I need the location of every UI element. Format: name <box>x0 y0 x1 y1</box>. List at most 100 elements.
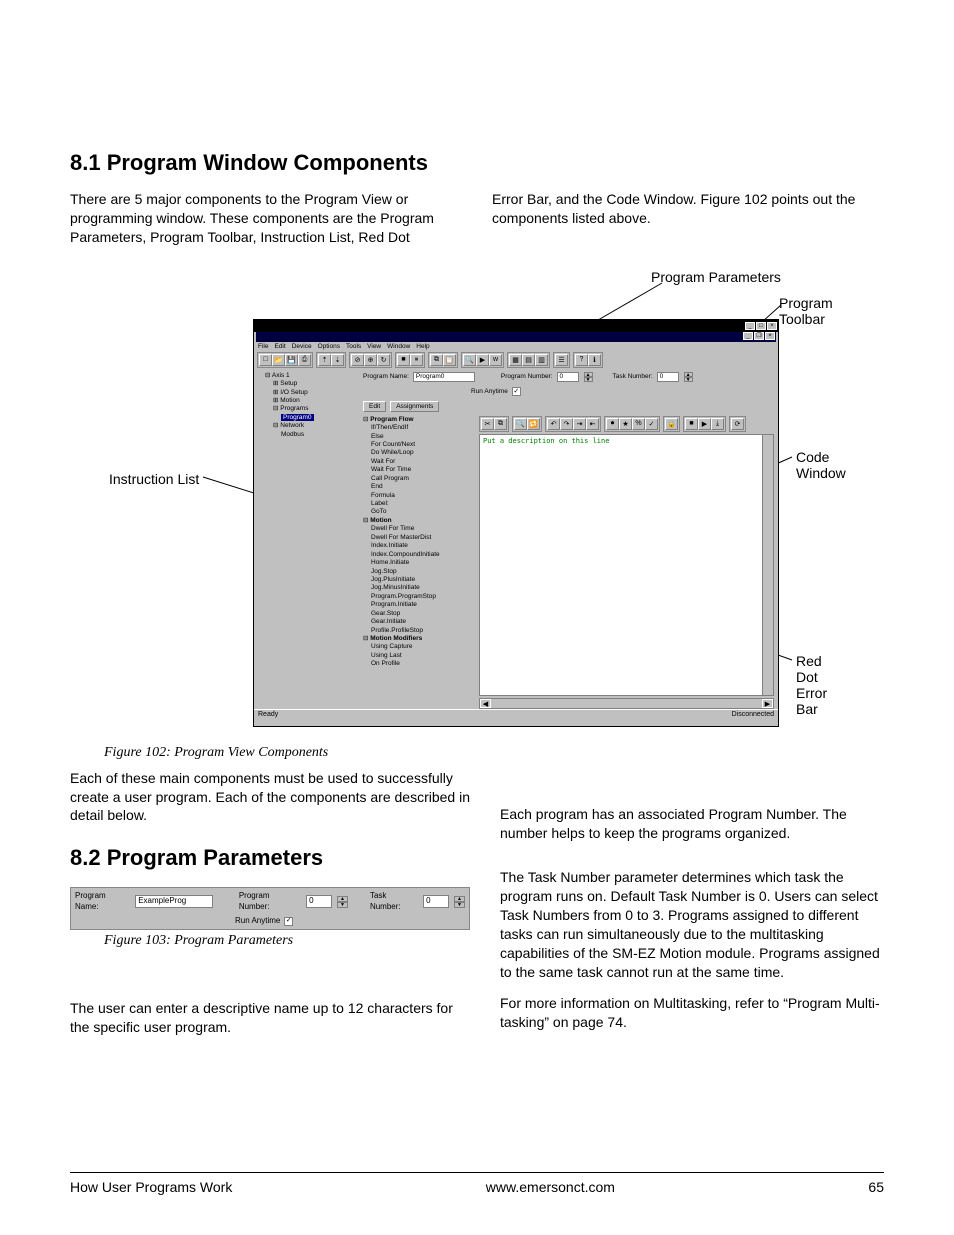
scroll-right-icon[interactable]: ▶ <box>762 699 773 708</box>
ptb-step-icon[interactable]: ⤓ <box>711 418 724 430</box>
vertical-scrollbar[interactable] <box>762 435 773 695</box>
inst-pf-1[interactable]: Else <box>363 433 475 441</box>
f103-name-input[interactable]: ExampleProg <box>135 895 213 908</box>
tree-setup[interactable]: Setup <box>280 380 297 387</box>
inst-mo-3[interactable]: Index.CompoundInitiate <box>363 551 475 559</box>
inst-pf-5[interactable]: Wait For Time <box>363 466 475 474</box>
tb-paste-icon[interactable]: 📋 <box>443 354 456 366</box>
menu-tools[interactable]: Tools <box>346 343 361 350</box>
ptb-outdent-icon[interactable]: ⇤ <box>586 418 599 430</box>
tb-search-icon[interactable]: 🔍 <box>463 354 476 366</box>
mdi-close-icon[interactable]: × <box>765 332 775 340</box>
f103-number-input[interactable]: 0 <box>306 895 332 908</box>
tb-run-icon[interactable]: ▶ <box>476 354 489 366</box>
inst-mo-6[interactable]: Jog.PlusInitiate <box>363 576 475 584</box>
tb-save-icon[interactable]: 💾 <box>285 354 298 366</box>
horizontal-scrollbar[interactable]: ◀▶ <box>479 698 774 709</box>
maximize-icon[interactable]: □ <box>756 322 766 330</box>
inst-mm-2[interactable]: On Profile <box>363 660 475 668</box>
f103-number-spinner[interactable]: ▲▼ <box>337 896 348 908</box>
tree-network[interactable]: Network <box>280 422 304 429</box>
tb-copy-icon[interactable]: ⧉ <box>430 354 443 366</box>
tree-motion[interactable]: Motion <box>280 397 300 404</box>
ptb-lock-icon[interactable]: 🔒 <box>665 418 678 430</box>
mdi-minimize-icon[interactable]: _ <box>743 332 753 340</box>
tree-axis[interactable]: Axis 1 <box>272 372 290 379</box>
inst-pf-10[interactable]: GoTo <box>363 508 475 516</box>
inst-pf-0[interactable]: If/Then/EndIf <box>363 424 475 432</box>
task-number-spinner[interactable]: ▲▼ <box>684 372 693 382</box>
program-number-input[interactable]: 0 <box>557 372 579 382</box>
ptb-refresh-icon[interactable]: ⟳ <box>731 418 744 430</box>
inst-mo-7[interactable]: Jog.MinusInitiate <box>363 584 475 592</box>
assignments-button[interactable]: Assignments <box>390 401 439 412</box>
f103-task-spinner[interactable]: ▲▼ <box>454 896 465 908</box>
tb-new-icon[interactable]: □ <box>259 354 272 366</box>
close-icon[interactable]: × <box>767 322 777 330</box>
ptb-check-icon[interactable]: ✓ <box>645 418 658 430</box>
tb-view3-icon[interactable]: ▥ <box>535 354 548 366</box>
inst-mo-2[interactable]: Index.Initiate <box>363 542 475 550</box>
hierarchy-tree[interactable]: ⊟ Axis 1 ⊞ Setup ⊞ I/O Setup ⊞ Motion ⊟ … <box>254 369 359 709</box>
menu-device[interactable]: Device <box>292 343 312 350</box>
inst-pf-9[interactable]: Label: <box>363 500 475 508</box>
ptb-undo-icon[interactable]: ↶ <box>547 418 560 430</box>
menu-options[interactable]: Options <box>318 343 340 350</box>
tb-watch-icon[interactable]: w <box>489 354 502 366</box>
inst-mo-0[interactable]: Dwell For Time <box>363 525 475 533</box>
minimize-icon[interactable]: _ <box>745 322 755 330</box>
tb-help-icon[interactable]: ? <box>575 354 588 366</box>
menu-window[interactable]: Window <box>387 343 410 350</box>
inst-pf-2[interactable]: For Count/Next <box>363 441 475 449</box>
menu-edit[interactable]: Edit <box>274 343 285 350</box>
menu-view[interactable]: View <box>367 343 381 350</box>
tree-io-setup[interactable]: I/O Setup <box>280 389 307 396</box>
f103-task-input[interactable]: 0 <box>423 895 449 908</box>
program-number-spinner[interactable]: ▲▼ <box>584 372 593 382</box>
ptb-bookmark-icon[interactable]: ★ <box>619 418 632 430</box>
ptb-cut-icon[interactable]: ✂ <box>481 418 494 430</box>
inst-pf-8[interactable]: Formula <box>363 492 475 500</box>
ptb-copy-icon[interactable]: ⧉ <box>494 418 507 430</box>
ptb-percent-icon[interactable]: % <box>632 418 645 430</box>
tree-programs[interactable]: Programs <box>280 405 308 412</box>
inst-mo-1[interactable]: Dwell For MasterDist <box>363 534 475 542</box>
inst-pf-3[interactable]: Do While/Loop <box>363 449 475 457</box>
scroll-left-icon[interactable]: ◀ <box>480 699 491 708</box>
tb-view2-icon[interactable]: ▤ <box>522 354 535 366</box>
inst-pf-6[interactable]: Call Program <box>363 475 475 483</box>
edit-button[interactable]: Edit <box>363 401 386 412</box>
tb-upload-icon[interactable]: ⇡ <box>318 354 331 366</box>
inst-mo-10[interactable]: Gear.Stop <box>363 610 475 618</box>
inst-mo-12[interactable]: Profile.ProfileStop <box>363 627 475 635</box>
inst-mo-4[interactable]: Home.Initiate <box>363 559 475 567</box>
tb-stop-icon[interactable]: ■ <box>397 354 410 366</box>
program-name-input[interactable]: Program0 <box>413 372 475 382</box>
code-window[interactable]: Put a description on this line <box>479 434 774 696</box>
inst-mo-11[interactable]: Gear.Initiate <box>363 618 475 626</box>
ptb-record-icon[interactable]: ⏺ <box>606 418 619 430</box>
tb-about-icon[interactable]: ℹ <box>588 354 601 366</box>
tree-program0[interactable]: Program0 <box>281 414 314 421</box>
ptb-replace-icon[interactable]: 🔁 <box>527 418 540 430</box>
tb-reconnect-icon[interactable]: ↻ <box>377 354 390 366</box>
tb-list-icon[interactable]: ☰ <box>555 354 568 366</box>
tb-pause-icon[interactable]: ⏸ <box>410 354 423 366</box>
mdi-restore-icon[interactable]: ❐ <box>754 332 764 340</box>
tb-download-icon[interactable]: ⇣ <box>331 354 344 366</box>
inst-pf-4[interactable]: Wait For <box>363 458 475 466</box>
tree-modbus[interactable]: Modbus <box>281 431 304 438</box>
ptb-redo-icon[interactable]: ↷ <box>560 418 573 430</box>
ptb-stop-icon[interactable]: ■ <box>685 418 698 430</box>
instruction-list[interactable]: ⊟ Program Flow If/Then/EndIf Else For Co… <box>359 414 479 709</box>
inst-pf-7[interactable]: End <box>363 483 475 491</box>
ptb-play-icon[interactable]: ▶ <box>698 418 711 430</box>
inst-mo-5[interactable]: Jog.Stop <box>363 568 475 576</box>
ptb-find-icon[interactable]: 🔍 <box>514 418 527 430</box>
menu-help[interactable]: Help <box>416 343 429 350</box>
inst-mo-9[interactable]: Program.Initiate <box>363 601 475 609</box>
tb-disconnect-icon[interactable]: ⊘ <box>351 354 364 366</box>
menu-file[interactable]: File <box>258 343 268 350</box>
inst-mm-0[interactable]: Using Capture <box>363 643 475 651</box>
run-anytime-checkbox[interactable]: ✓ <box>512 387 521 396</box>
